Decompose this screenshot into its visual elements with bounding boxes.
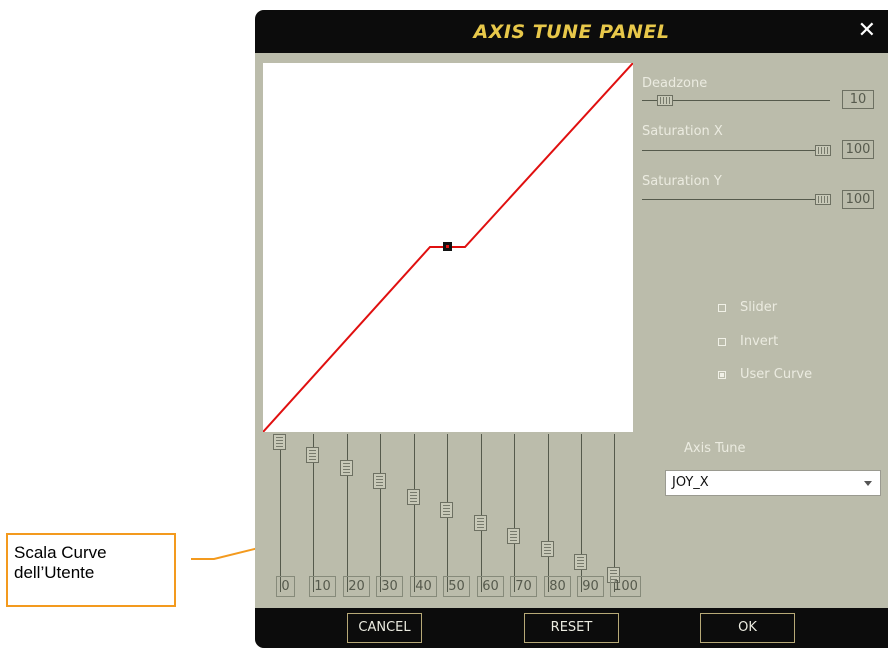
curve-slider-thumb[interactable]: [474, 514, 487, 531]
curve-slider-track[interactable]: [548, 434, 549, 592]
saturation-x-value[interactable]: 100: [842, 140, 874, 159]
user-curve-checkbox-row[interactable]: User Curve: [718, 367, 812, 382]
slider-checkbox-row[interactable]: Slider: [718, 300, 777, 315]
curve-slider-thumb[interactable]: [273, 434, 286, 450]
chevron-down-icon[interactable]: [864, 481, 872, 486]
close-icon[interactable]: ✕: [858, 18, 876, 44]
callout-line-2: dell’Utente: [14, 563, 95, 582]
saturation-y-value[interactable]: 100: [842, 190, 874, 209]
curve-slider-track[interactable]: [414, 434, 415, 592]
axis-tune-selected: JOY_X: [672, 475, 709, 490]
curve-slider-thumb[interactable]: [440, 501, 453, 518]
cancel-button[interactable]: CANCEL: [347, 613, 422, 643]
invert-checkbox-row[interactable]: Invert: [718, 334, 778, 349]
curve-slider-track[interactable]: [514, 434, 515, 592]
title-bar: AXIS TUNE PANEL ✕: [255, 10, 888, 53]
curve-slider-value[interactable]: 0: [276, 576, 295, 597]
curve-slider-track[interactable]: [380, 434, 381, 592]
curve-svg: [263, 63, 633, 432]
curve-slider-thumb[interactable]: [373, 473, 386, 490]
user-curve-checkbox-label: User Curve: [740, 367, 813, 382]
annotation-callout: Scala Curve dell’Utente: [6, 533, 176, 607]
curve-slider-thumb[interactable]: [340, 460, 353, 477]
axis-tune-dialog: AXIS TUNE PANEL ✕ Deadzone 10 Saturation…: [255, 10, 888, 648]
saturation-x-slider-thumb[interactable]: [815, 145, 831, 156]
invert-checkbox[interactable]: [718, 337, 726, 346]
slider-checkbox[interactable]: [718, 303, 726, 312]
dialog-title: AXIS TUNE PANEL: [473, 20, 670, 43]
saturation-y-slider-thumb[interactable]: [815, 194, 831, 205]
saturation-y-label: Saturation Y: [642, 174, 722, 189]
curve-slider-thumb[interactable]: [306, 447, 319, 464]
user-curve-checkbox[interactable]: [718, 370, 726, 379]
axis-tune-select[interactable]: JOY_X: [665, 470, 881, 496]
slider-checkbox-label: Slider: [740, 300, 778, 315]
footer-bar: CANCEL RESET OK: [255, 608, 888, 648]
curve-slider-track[interactable]: [347, 434, 348, 592]
deadzone-label: Deadzone: [642, 76, 708, 91]
reset-button[interactable]: RESET: [524, 613, 619, 643]
curve-slider-track[interactable]: [280, 434, 281, 592]
ok-button[interactable]: OK: [700, 613, 795, 643]
curve-slider-thumb[interactable]: [407, 488, 420, 505]
deadzone-slider-thumb[interactable]: [657, 95, 673, 106]
curve-slider-thumb[interactable]: [541, 541, 554, 558]
curve-slider-track[interactable]: [481, 434, 482, 592]
saturation-x-label: Saturation X: [642, 124, 723, 139]
callout-line-1: Scala Curve: [14, 543, 107, 562]
deadzone-value[interactable]: 10: [842, 90, 874, 109]
axis-tune-label: Axis Tune: [684, 441, 746, 456]
saturation-x-slider-track[interactable]: [642, 150, 830, 151]
invert-checkbox-label: Invert: [740, 334, 779, 349]
curve-slider-thumb[interactable]: [574, 554, 587, 571]
curve-slider-thumb[interactable]: [507, 528, 520, 544]
saturation-y-slider-track[interactable]: [642, 199, 830, 200]
response-curve-graph[interactable]: [263, 63, 633, 432]
curve-slider-value[interactable]: 100: [610, 576, 641, 597]
